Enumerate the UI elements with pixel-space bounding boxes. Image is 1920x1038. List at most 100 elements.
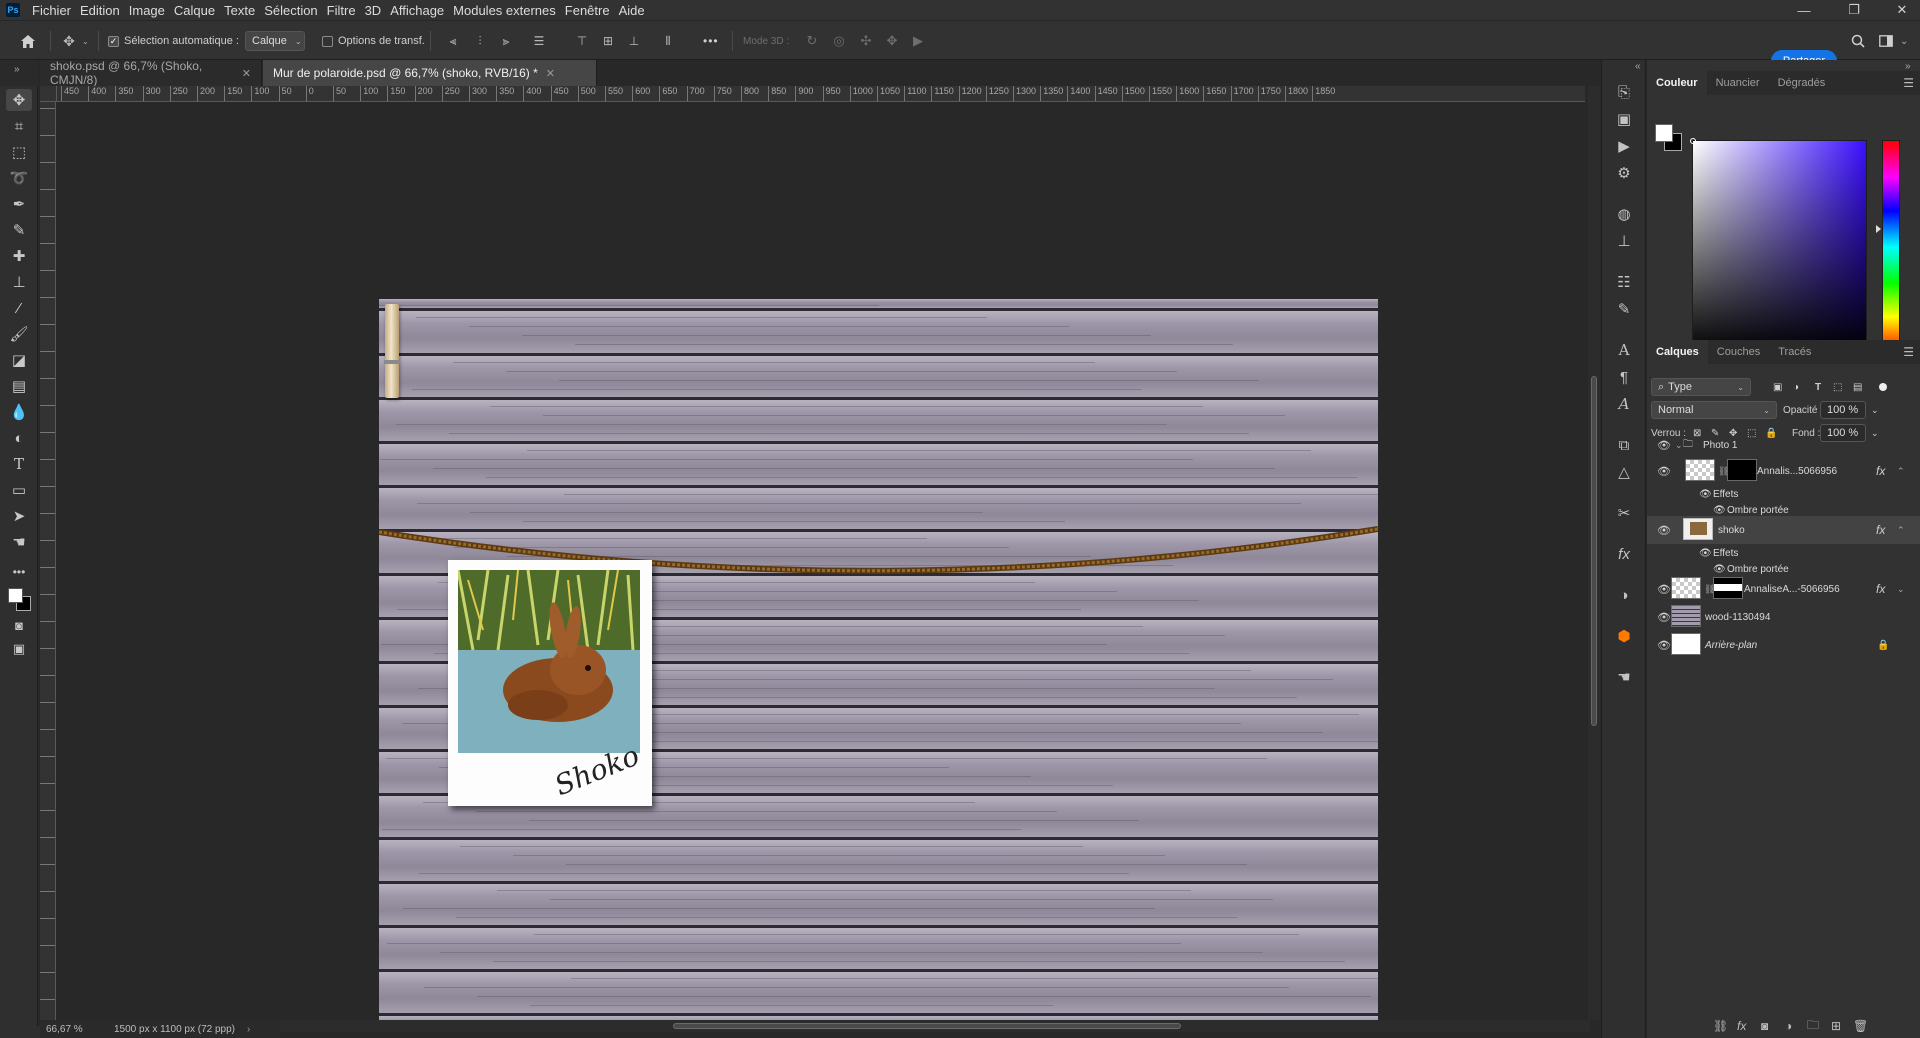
visibility-eye-icon[interactable]: 👁 (1657, 639, 1671, 652)
panel-menu-icon[interactable]: ☰ (1903, 345, 1914, 359)
auto-select-option[interactable]: ✓ Sélection automatique : (108, 21, 239, 61)
search-icon[interactable] (1848, 21, 1868, 61)
libraries-icon[interactable]: ⧉ (1610, 433, 1638, 457)
crop-tool-icon[interactable]: ⌗ (6, 115, 32, 137)
menu-selection[interactable]: Sélection (264, 3, 317, 18)
workspace-icon[interactable] (1876, 21, 1896, 61)
visibility-eye-icon[interactable]: 👁 (1657, 465, 1671, 478)
character-icon[interactable]: A (1610, 338, 1638, 362)
gradient-tool-icon[interactable]: ▤ (6, 375, 32, 397)
lasso-tool-icon[interactable]: ➰ (6, 167, 32, 189)
type-tool-icon[interactable]: T (6, 453, 32, 475)
effects-row[interactable]: 👁 Effets (1647, 545, 1920, 561)
eyedropper-tool-icon[interactable]: ⁄ (6, 297, 32, 319)
close-icon[interactable]: ✕ (242, 67, 251, 80)
fx-icon[interactable]: fx (1876, 464, 1885, 478)
tab-mur-de-polaroide[interactable]: Mur de polaroide.psd @ 66,7% (shoko, RVB… (263, 60, 597, 86)
move-tool-icon[interactable]: ✥ (6, 89, 32, 111)
align-hcenter-icon[interactable]: ⫶ (471, 21, 489, 61)
tab-couleur[interactable]: Couleur (1647, 71, 1707, 95)
add-mask-icon[interactable]: ◙ (1761, 1019, 1768, 1033)
delete-layer-icon[interactable]: 🗑 (1853, 1019, 1868, 1033)
fx-icon[interactable]: fx (1876, 582, 1885, 596)
align-bottom-icon[interactable]: ⊥ (625, 21, 643, 61)
actions-icon[interactable]: ▣ (1610, 107, 1638, 131)
pen-tool-icon[interactable]: ✒ (6, 193, 32, 215)
chevron-down-icon[interactable]: ⌄ (1675, 440, 1683, 451)
color-wheel-icon[interactable]: ◍ (1610, 202, 1638, 226)
visibility-eye-icon[interactable]: 👁 (1657, 583, 1671, 596)
align-left-icon[interactable]: ⫷ (444, 21, 462, 61)
hue-slider[interactable] (1882, 140, 1900, 354)
adjustment-layer-icon[interactable]: ◑ (1785, 1019, 1792, 1033)
visibility-eye-icon[interactable]: 👁 (1713, 505, 1726, 516)
visibility-eye-icon[interactable]: 👁 (1699, 489, 1712, 500)
quick-selection-tool-icon[interactable]: ✎ (6, 219, 32, 241)
layer-row-background[interactable]: 👁 Arrière-plan 🔒 (1647, 631, 1920, 659)
transform-options-option[interactable]: Options de transf. (322, 21, 425, 61)
layer-row-masked[interactable]: 👁 ⛓ AnnaliseA...-5066956 fx ⌄ (1647, 575, 1920, 603)
layer-row-shoko[interactable]: 👁 shoko fx ⌃ (1647, 516, 1920, 544)
blend-mode-dropdown[interactable]: Normal ⌄ (1651, 401, 1777, 419)
tools-icon[interactable]: ✂ (1610, 501, 1638, 525)
paragraph-icon[interactable]: ¶ (1610, 365, 1638, 389)
layer-mask-thumbnail[interactable] (1713, 577, 1743, 599)
brush-settings-icon[interactable]: ✎ (1610, 297, 1638, 321)
scroll-thumb[interactable] (1591, 376, 1597, 726)
menu-affichage[interactable]: Affichage (390, 3, 444, 18)
tab-nuancier[interactable]: Nuancier (1707, 71, 1769, 95)
menu-calque[interactable]: Calque (174, 3, 215, 18)
add-style-icon[interactable]: fx (1737, 1019, 1746, 1033)
dodge-tool-icon[interactable]: ◐ (6, 427, 32, 449)
rectangle-tool-icon[interactable]: ▭ (6, 479, 32, 501)
screen-mode-icon[interactable]: ▣ (6, 638, 32, 660)
horizontal-scrollbar[interactable] (280, 1020, 1590, 1032)
shapes-icon[interactable]: △ (1610, 460, 1638, 484)
hue-slider-handle[interactable] (1876, 225, 1881, 233)
more-tools-icon[interactable]: ••• (6, 561, 32, 583)
vertical-scrollbar[interactable] (1588, 86, 1600, 1020)
polaroid-frame[interactable]: Shoko (448, 560, 652, 806)
new-group-icon[interactable]: 🗀 (1807, 1016, 1819, 1037)
close-window-button[interactable]: ✕ (1888, 0, 1916, 20)
distribute-vertical-icon[interactable]: ⫴ (659, 21, 677, 61)
scroll-thumb[interactable] (673, 1023, 1181, 1029)
chevron-up-icon[interactable]: ⌃ (1897, 525, 1905, 536)
minimize-button[interactable]: — (1790, 0, 1818, 20)
align-vcenter-icon[interactable]: ⊞ (599, 21, 617, 61)
tab-degrades[interactable]: Dégradés (1769, 71, 1835, 95)
menu-fichier[interactable]: Fichier (32, 3, 71, 18)
effects-row[interactable]: 👁 Effets (1647, 486, 1920, 502)
stamp-tool-icon[interactable]: ⊥ (6, 271, 32, 293)
play-icon[interactable]: ▶ (1610, 134, 1638, 158)
opacity-input[interactable]: 100 % (1820, 401, 1866, 419)
layer-row-group[interactable]: 👁 ⌄ 🗀 Photo 1 (1647, 436, 1920, 454)
3d-cube-icon[interactable]: ⬢ (1610, 624, 1638, 648)
visibility-eye-icon[interactable]: 👁 (1699, 548, 1712, 559)
menu-image[interactable]: Image (129, 3, 165, 18)
visibility-eye-icon[interactable]: 👁 (1657, 524, 1671, 537)
eraser-tool-icon[interactable]: ◪ (6, 349, 32, 371)
filter-type-icon[interactable]: T (1815, 382, 1821, 393)
foreground-background-swatch[interactable] (6, 586, 34, 614)
hand-panel-icon[interactable]: ☚ (1610, 665, 1638, 689)
chevron-up-icon[interactable]: ⌃ (1897, 466, 1905, 477)
chevron-down-icon[interactable]: ⌄ (1871, 405, 1879, 416)
brush-tool-icon[interactable]: 🖌 (6, 323, 32, 345)
move-tool-preset-icon[interactable]: ✥ (58, 21, 80, 61)
properties-icon[interactable]: ☷ (1610, 270, 1638, 294)
auto-select-checkbox[interactable]: ✓ (108, 35, 119, 47)
timeline-icon[interactable]: ◑ (1610, 583, 1638, 607)
link-layers-icon[interactable]: ⛓ (1713, 1019, 1728, 1033)
filter-toggle-icon[interactable] (1879, 383, 1887, 391)
filter-smart-icon[interactable]: ▤ (1853, 382, 1862, 393)
chevron-down-icon[interactable]: ⌄ (1900, 21, 1908, 61)
menu-fenetre[interactable]: Fenêtre (565, 3, 610, 18)
document-canvas[interactable]: Shoko (379, 299, 1378, 1032)
toolbar-collapse[interactable]: » (0, 60, 38, 86)
glyphs-icon[interactable]: A (1610, 392, 1638, 416)
tab-calques[interactable]: Calques (1647, 340, 1708, 364)
chevron-down-icon[interactable]: ⌄ (82, 21, 89, 61)
blur-tool-icon[interactable]: 💧 (6, 401, 32, 423)
panel-menu-icon[interactable]: ☰ (1903, 76, 1914, 90)
